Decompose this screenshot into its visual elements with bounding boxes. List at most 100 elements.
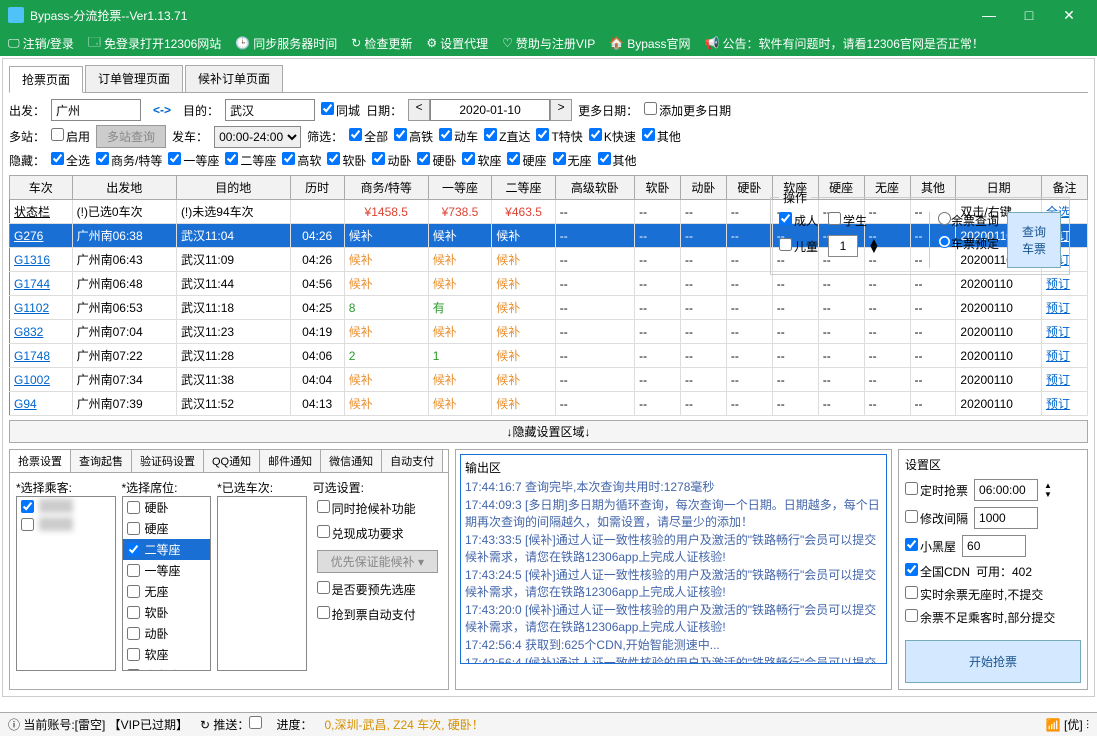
child-check[interactable]	[779, 238, 792, 251]
seat-item[interactable]: 一等座	[123, 560, 211, 581]
push-check[interactable]	[249, 716, 262, 729]
child-count[interactable]	[828, 235, 858, 257]
subtab-t6[interactable]: 微信通知	[321, 450, 382, 472]
opt-redeem[interactable]	[317, 525, 330, 538]
hide-wz[interactable]	[553, 152, 566, 165]
col-header[interactable]: 软卧	[635, 176, 681, 200]
add-date-check[interactable]	[644, 102, 657, 115]
date-prev[interactable]: <	[408, 99, 430, 121]
subtab-t7[interactable]: 自动支付	[382, 450, 443, 472]
to-input[interactable]	[225, 99, 315, 121]
subtab-t5[interactable]: 邮件通知	[260, 450, 321, 472]
filter-t[interactable]	[536, 128, 549, 141]
table-row[interactable]: G1744广州南06:48武汉11:4404:56候补候补候补---------…	[10, 272, 1088, 296]
query-button[interactable]: 查询 车票	[1007, 212, 1061, 268]
col-header[interactable]: 二等座	[492, 176, 556, 200]
vip-link[interactable]: ♡ 赞助与注册VIP	[502, 35, 595, 52]
hide-qt[interactable]	[598, 152, 611, 165]
col-header[interactable]: 动卧	[680, 176, 726, 200]
official-link[interactable]: 🏠 Bypass官网	[609, 35, 690, 52]
filter-dc[interactable]	[439, 128, 452, 141]
seat-item[interactable]: 商务座	[123, 665, 211, 671]
subtab-t1[interactable]: 抢票设置	[10, 450, 71, 472]
col-header[interactable]: 高级软卧	[555, 176, 634, 200]
hide-2[interactable]	[225, 152, 238, 165]
login-link[interactable]: 🖵 注销/登录	[8, 35, 74, 52]
train-list[interactable]	[217, 496, 307, 671]
cdn-check[interactable]	[905, 563, 918, 576]
hide-rw[interactable]	[327, 152, 340, 165]
seat-item[interactable]: 软卧	[123, 602, 211, 623]
table-row[interactable]: G1102广州南06:53武汉11:1804:258有候补-----------…	[10, 296, 1088, 320]
tab-waitlist[interactable]: 候补订单页面	[185, 65, 283, 92]
remain-radio[interactable]	[938, 212, 951, 225]
date-next[interactable]: >	[550, 99, 572, 121]
child-down[interactable]: ▼	[868, 246, 880, 253]
open-12306-link[interactable]: 🗔 免登录打开12306网站	[88, 33, 221, 54]
priority-select[interactable]: 优先保证能候补 ▾	[317, 550, 438, 573]
adult-check[interactable]	[779, 212, 792, 225]
date-input[interactable]	[430, 99, 550, 121]
hide-1[interactable]	[168, 152, 181, 165]
hide-yw[interactable]	[417, 152, 430, 165]
opt-waitlist[interactable]	[317, 500, 330, 513]
subtab-t2[interactable]: 查询起售	[71, 450, 132, 472]
col-header[interactable]: 历时	[290, 176, 344, 200]
opt-preseat[interactable]	[317, 581, 330, 594]
swap-button[interactable]: <->	[147, 103, 177, 117]
col-header[interactable]: 一等座	[428, 176, 492, 200]
blacklist-input[interactable]	[962, 535, 1026, 557]
table-row[interactable]: G1748广州南07:22武汉11:2804:0621候补-----------…	[10, 344, 1088, 368]
same-city-check[interactable]	[321, 102, 334, 115]
passenger-list[interactable]: ████ ████	[16, 496, 116, 671]
filter-gt[interactable]	[394, 128, 407, 141]
subtab-t3[interactable]: 验证码设置	[132, 450, 204, 472]
col-header[interactable]: 目的地	[176, 176, 290, 200]
col-header[interactable]: 车次	[10, 176, 73, 200]
check-update-link[interactable]: ↻ 检查更新	[351, 35, 412, 52]
multi-enable-check[interactable]	[51, 128, 64, 141]
seat-item[interactable]: 二等座	[123, 539, 211, 560]
collapse-bar[interactable]: ↓隐藏设置区域↓	[9, 420, 1088, 443]
multi-query-button[interactable]: 多站查询	[96, 125, 166, 148]
table-row[interactable]: G832广州南07:04武汉11:2304:19候补候补候补----------…	[10, 320, 1088, 344]
hide-gr[interactable]	[282, 152, 295, 165]
proxy-link[interactable]: ⚙ 设置代理	[426, 35, 488, 52]
tab-orders[interactable]: 订单管理页面	[85, 65, 183, 92]
interval-check[interactable]	[905, 510, 918, 523]
seat-item[interactable]: 硬卧	[123, 497, 211, 518]
table-row[interactable]: G94广州南07:39武汉11:5204:13候补候补候补-----------…	[10, 392, 1088, 416]
timer-check[interactable]	[905, 482, 918, 495]
hide-yz[interactable]	[507, 152, 520, 165]
maximize-button[interactable]: □	[1009, 7, 1049, 23]
seat-item[interactable]: 无座	[123, 581, 211, 602]
opt-autopay[interactable]	[317, 606, 330, 619]
hide-sw[interactable]	[96, 152, 109, 165]
seat-item[interactable]: 硬座	[123, 518, 211, 539]
col-header[interactable]: 出发地	[72, 176, 176, 200]
col-header[interactable]: 商务/特等	[344, 176, 428, 200]
col-header[interactable]: 硬卧	[726, 176, 772, 200]
minimize-button[interactable]: —	[969, 7, 1009, 23]
book-radio[interactable]	[938, 235, 951, 248]
filter-z[interactable]	[484, 128, 497, 141]
hide-all[interactable]	[51, 152, 64, 165]
filter-all[interactable]	[349, 128, 362, 141]
nosubmit-check[interactable]	[905, 586, 918, 599]
filter-other[interactable]	[642, 128, 655, 141]
hide-rz[interactable]	[462, 152, 475, 165]
subtab-t4[interactable]: QQ通知	[204, 450, 260, 472]
time-select[interactable]: 00:00-24:00	[214, 126, 301, 148]
seat-list[interactable]: 硬卧硬座二等座一等座无座软卧动卧软座商务座特等座	[122, 496, 212, 671]
table-row[interactable]: G1002广州南07:34武汉11:3804:04候补候补候补---------…	[10, 368, 1088, 392]
tab-grab[interactable]: 抢票页面	[9, 66, 83, 93]
filter-k[interactable]	[589, 128, 602, 141]
close-button[interactable]: ✕	[1049, 7, 1089, 24]
hide-dw[interactable]	[372, 152, 385, 165]
timer-input[interactable]	[974, 479, 1038, 501]
blacklist-check[interactable]	[905, 538, 918, 551]
partial-check[interactable]	[905, 609, 918, 622]
interval-input[interactable]	[974, 507, 1038, 529]
seat-item[interactable]: 动卧	[123, 623, 211, 644]
seat-item[interactable]: 软座	[123, 644, 211, 665]
